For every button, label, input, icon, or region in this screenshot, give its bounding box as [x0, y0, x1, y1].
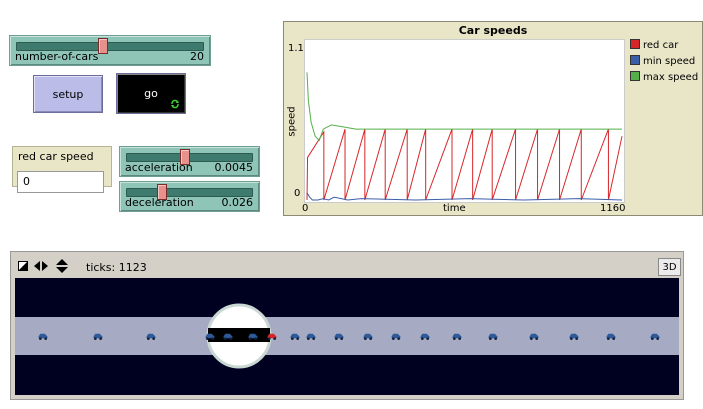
car — [290, 333, 300, 340]
edit-icon[interactable] — [18, 261, 28, 271]
monitor-label: red car speed — [18, 150, 94, 163]
slider-label: number-of-cars — [15, 50, 99, 63]
go-button-label: go — [144, 87, 158, 100]
red-car-speed-monitor: red car speed 0 — [12, 146, 112, 193]
y-min-label: 0 — [294, 188, 301, 199]
series-line-red-car — [306, 128, 623, 201]
car — [650, 333, 660, 340]
car — [146, 333, 156, 340]
car — [569, 333, 579, 340]
y-axis-label: speed — [286, 106, 298, 137]
car — [38, 333, 48, 340]
speed-up-down-icon[interactable] — [55, 259, 69, 273]
legend-label: red car — [643, 40, 679, 51]
car — [606, 333, 616, 340]
go-button[interactable]: go — [116, 73, 186, 114]
acceleration-slider[interactable]: acceleration 0.0045 — [119, 146, 260, 177]
world-canvas[interactable] — [15, 278, 679, 395]
series-line-min-speed — [306, 192, 623, 201]
setup-button-label: setup — [52, 87, 84, 101]
car — [205, 333, 215, 340]
monitor-value: 0 — [17, 171, 104, 193]
legend-label: max speed — [643, 72, 699, 83]
car — [452, 333, 462, 340]
slider-value: 20 — [190, 50, 204, 63]
car — [93, 333, 103, 340]
car — [488, 333, 498, 340]
x-axis-label: time — [443, 203, 466, 214]
x-max-label: 1160 — [600, 203, 626, 214]
forever-icon — [171, 99, 179, 109]
slider-value: 0.026 — [221, 196, 254, 209]
car — [334, 333, 344, 340]
red-car — [267, 333, 277, 340]
y-max-label: 1.1 — [288, 43, 304, 54]
slider-thumb[interactable] — [97, 38, 108, 54]
plot-title: Car speeds — [458, 24, 528, 37]
car — [223, 333, 233, 340]
legend-swatch — [630, 55, 640, 65]
car — [248, 333, 258, 340]
slider-value: 0.0045 — [214, 161, 254, 174]
x-min-label: 0 — [302, 203, 309, 214]
number-of-cars-slider[interactable]: number-of-cars 20 — [9, 35, 211, 66]
view-toolbar: ticks: 1123 3D — [11, 252, 683, 276]
legend-item-min-speed: min speed — [630, 55, 695, 67]
speed-left-right-icon[interactable] — [33, 260, 49, 272]
car-speeds-plot: Car speeds 1.1 0 speed 0 time 1160 red c… — [283, 21, 703, 216]
ticks-counter: ticks: 1123 — [86, 261, 147, 274]
car — [420, 333, 430, 340]
legend-item-max-speed: max speed — [630, 71, 698, 83]
legend-label: min speed — [643, 56, 696, 67]
slider-label: deceleration — [125, 196, 194, 209]
car — [306, 333, 316, 340]
series-line-max-speed — [306, 72, 622, 142]
plot-area — [304, 39, 625, 203]
legend-swatch — [630, 39, 640, 49]
car — [391, 333, 401, 340]
plot-svg — [306, 72, 623, 201]
slider-label: acceleration — [125, 161, 193, 174]
3d-view-button[interactable]: 3D — [658, 258, 681, 276]
car — [363, 333, 373, 340]
deceleration-slider[interactable]: deceleration 0.026 — [119, 181, 260, 212]
car — [529, 333, 539, 340]
3d-button-label: 3D — [662, 261, 677, 273]
setup-button[interactable]: setup — [33, 75, 103, 113]
legend-swatch — [630, 71, 640, 81]
legend-item-red-car: red car — [630, 39, 678, 51]
